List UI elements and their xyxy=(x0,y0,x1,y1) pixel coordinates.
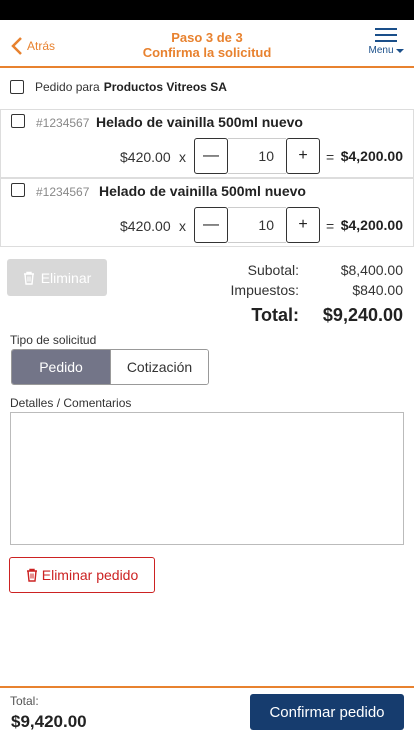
order-for-checkbox[interactable] xyxy=(10,80,24,94)
request-type-toggle: Pedido Cotización xyxy=(11,349,209,385)
footer-total-label: Total: xyxy=(10,694,39,708)
order-for-label: Pedido para xyxy=(35,80,100,94)
status-bar xyxy=(0,0,414,20)
menu-button[interactable]: Menu xyxy=(366,28,406,56)
equals-sign: = xyxy=(326,218,335,234)
delete-selected-label: Eliminar xyxy=(40,269,92,286)
order-for-row: Pedido para Productos Vitreos SA xyxy=(10,80,227,94)
order-for-company: Productos Vitreos SA xyxy=(103,80,227,94)
request-type-label: Tipo de solicitud xyxy=(10,333,97,347)
order-item: #1234567 Helado de vainilla 500ml nuevo … xyxy=(0,178,414,247)
back-label: Atrás xyxy=(27,39,56,53)
item-total: $4,200.00 xyxy=(340,217,403,233)
delete-order-label: Eliminar pedido xyxy=(41,567,139,583)
chevron-left-icon xyxy=(11,37,22,55)
title-text: Confirma la solicitud xyxy=(142,45,272,60)
item-checkbox[interactable] xyxy=(11,114,25,128)
quantity-stepper: — 10 + xyxy=(194,138,320,174)
quantity-input[interactable]: 10 xyxy=(228,138,286,174)
subtotal-value: $8,400.00 xyxy=(340,262,403,278)
item-checkbox[interactable] xyxy=(11,183,25,197)
decrement-button[interactable]: — xyxy=(194,207,228,243)
request-type-option-cotizacion[interactable]: Cotización xyxy=(110,350,208,384)
request-type-option-pedido[interactable]: Pedido xyxy=(12,350,110,384)
subtotal-label: Subotal: xyxy=(247,262,299,278)
item-sku: #1234567 xyxy=(36,185,90,199)
quantity-input[interactable]: 10 xyxy=(228,207,286,243)
order-item: #1234567 Helado de vainilla 500ml nuevo … xyxy=(0,109,414,178)
total-label: Total: xyxy=(251,305,299,325)
back-button[interactable]: Atrás xyxy=(10,36,55,56)
item-name: Helado de vainilla 500ml nuevo xyxy=(96,114,303,130)
step-indicator: Paso 3 de 3 xyxy=(171,30,243,45)
page-title: Paso 3 de 3 Confirma la solicitud xyxy=(100,30,314,60)
delete-order-button[interactable]: Eliminar pedido xyxy=(9,557,155,593)
order-summary: Subotal: $8,400.00 Impuestos: $840.00 Tota… xyxy=(203,260,403,328)
equals-sign: = xyxy=(326,149,335,165)
multiply-sign: x xyxy=(179,218,186,234)
item-sku: #1234567 xyxy=(36,116,90,130)
header: Atrás Paso 3 de 3 Confirma la solicitud … xyxy=(0,20,414,68)
increment-button[interactable]: + xyxy=(286,207,320,243)
decrement-button[interactable]: — xyxy=(194,138,228,174)
tax-value: $840.00 xyxy=(352,282,403,298)
confirm-order-button[interactable]: Confirmar pedido xyxy=(250,694,404,730)
delete-selected-button[interactable]: Eliminar xyxy=(7,259,107,296)
caret-down-icon xyxy=(395,48,404,53)
item-price: $420.00 xyxy=(120,218,171,234)
details-label: Detalles / Comentarios xyxy=(10,396,132,410)
trash-icon xyxy=(23,271,34,285)
tax-label: Impuestos: xyxy=(230,282,299,298)
menu-label: Menu xyxy=(368,45,394,56)
hamburger-icon xyxy=(375,28,397,42)
increment-button[interactable]: + xyxy=(286,138,320,174)
item-total: $4,200.00 xyxy=(340,148,403,164)
footer-total-value: $9,420.00 xyxy=(11,712,87,731)
item-price: $420.00 xyxy=(120,149,171,165)
multiply-sign: x xyxy=(179,149,186,165)
total-value: $9,240.00 xyxy=(322,305,403,325)
quantity-stepper: — 10 + xyxy=(194,207,320,243)
trash-icon xyxy=(26,568,37,582)
footer-bar: Total: $9,420.00 Confirmar pedido xyxy=(0,686,414,736)
item-name: Helado de vainilla 500ml nuevo xyxy=(99,183,306,199)
details-textarea[interactable] xyxy=(10,412,404,545)
